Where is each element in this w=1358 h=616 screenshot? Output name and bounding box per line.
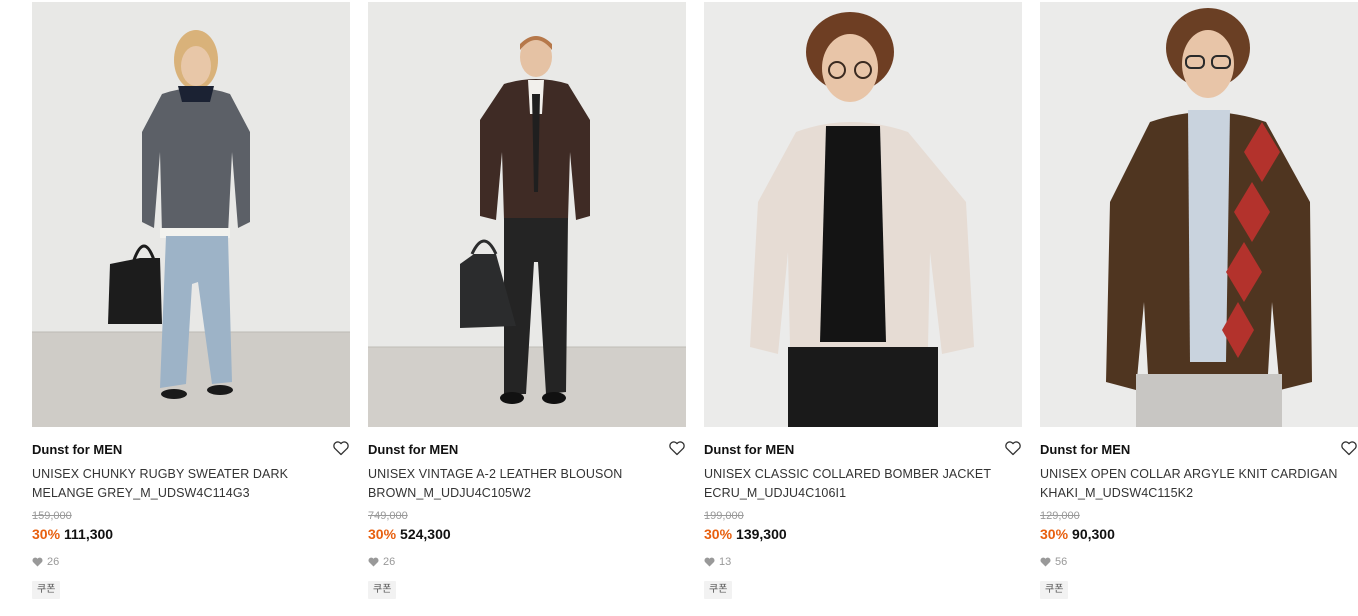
price-row: 30% 524,300 [368, 524, 686, 544]
product-image[interactable] [368, 2, 686, 427]
brand-name[interactable]: Dunst for MEN [32, 442, 122, 457]
product-photo-sweater [32, 2, 350, 427]
heart-filled-icon [1040, 557, 1051, 567]
product-image[interactable] [1040, 2, 1358, 427]
product-name[interactable]: UNISEX VINTAGE A-2 LEATHER BLOUSON BROWN… [368, 465, 686, 503]
coupon-badge: 쿠폰 [1040, 581, 1069, 599]
like-count-value: 26 [47, 556, 60, 568]
sale-price: 90,300 [1072, 526, 1115, 542]
product-image[interactable] [704, 2, 1022, 427]
heart-outline-icon[interactable] [332, 439, 350, 457]
brand-name[interactable]: Dunst for MEN [368, 442, 458, 457]
product-card[interactable]: Dunst for MEN UNISEX OPEN COLLAR ARGYLE … [1040, 2, 1358, 599]
product-image[interactable] [32, 2, 350, 427]
like-count: 26 [368, 555, 686, 569]
coupon-badge: 쿠폰 [32, 581, 61, 599]
price-row: 30% 139,300 [704, 524, 1022, 544]
like-count-value: 56 [1055, 556, 1068, 568]
brand-name[interactable]: Dunst for MEN [704, 442, 794, 457]
like-count: 56 [1040, 555, 1358, 569]
coupon-badge: 쿠폰 [704, 581, 733, 599]
brand-name[interactable]: Dunst for MEN [1040, 442, 1130, 457]
product-card[interactable]: Dunst for MEN UNISEX CHUNKY RUGBY SWEATE… [32, 2, 350, 599]
sale-price: 524,300 [400, 526, 451, 542]
product-name[interactable]: UNISEX OPEN COLLAR ARGYLE KNIT CARDIGAN … [1040, 465, 1358, 503]
sale-price: 111,300 [64, 526, 114, 542]
product-card[interactable]: Dunst for MEN UNISEX VINTAGE A-2 LEATHER… [368, 2, 686, 599]
product-card[interactable]: Dunst for MEN UNISEX CLASSIC COLLARED BO… [704, 2, 1022, 599]
original-price: 749,000 [368, 510, 408, 522]
price-row: 30% 111,300 [32, 524, 350, 544]
sale-price: 139,300 [736, 526, 787, 542]
discount-rate: 30% [704, 526, 733, 542]
discount-rate: 30% [368, 526, 397, 542]
coupon-badge: 쿠폰 [368, 581, 397, 599]
like-count: 26 [32, 555, 350, 569]
like-count-value: 26 [383, 556, 396, 568]
heart-outline-icon[interactable] [1340, 439, 1358, 457]
original-price: 129,000 [1040, 510, 1080, 522]
product-name[interactable]: UNISEX CHUNKY RUGBY SWEATER DARK MELANGE… [32, 465, 350, 503]
price-row: 30% 90,300 [1040, 524, 1358, 544]
discount-rate: 30% [1040, 526, 1069, 542]
heart-filled-icon [368, 557, 379, 567]
original-price: 159,000 [32, 510, 72, 522]
discount-rate: 30% [32, 526, 61, 542]
heart-outline-icon[interactable] [1004, 439, 1022, 457]
heart-filled-icon [704, 557, 715, 567]
product-photo-bomber-jacket [704, 2, 1022, 427]
like-count-value: 13 [719, 556, 732, 568]
product-photo-leather-blouson [368, 2, 686, 427]
heart-filled-icon [32, 557, 43, 567]
heart-outline-icon[interactable] [668, 439, 686, 457]
product-name[interactable]: UNISEX CLASSIC COLLARED BOMBER JACKET EC… [704, 465, 1022, 503]
like-count: 13 [704, 555, 1022, 569]
product-grid: Dunst for MEN UNISEX CHUNKY RUGBY SWEATE… [0, 0, 1358, 616]
product-photo-argyle-cardigan [1040, 2, 1358, 427]
original-price: 199,000 [704, 510, 744, 522]
